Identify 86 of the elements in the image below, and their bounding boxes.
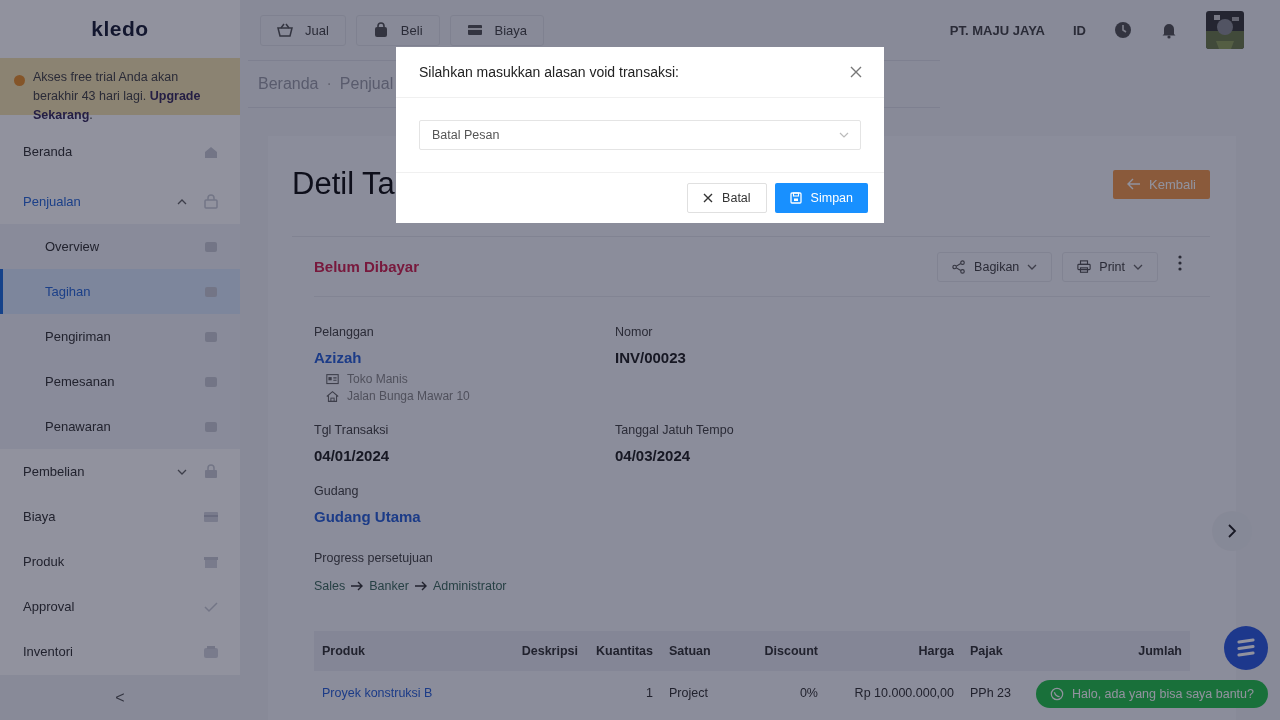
chevron-down-icon — [1027, 263, 1038, 270]
detail-text: Jalan Bunga Mawar 10 — [347, 389, 470, 403]
column-header: Produk — [314, 631, 470, 671]
column-header: Deskripsi — [470, 631, 586, 671]
approval-step: Sales — [314, 579, 346, 593]
product-link[interactable]: Proyek konstruksi B — [322, 686, 433, 700]
quick-button[interactable]: Biaya — [449, 14, 545, 46]
page-title: Detil Ta — [292, 166, 395, 202]
notification-button[interactable] — [1160, 21, 1178, 39]
menu-item[interactable]: Produk — [0, 539, 240, 584]
field-label: Tgl Transaksi — [314, 423, 390, 437]
dialog-title: Silahkan masukkan alasan void transaksi: — [419, 64, 679, 80]
logo: kledo — [91, 17, 149, 41]
chevron-down-icon — [177, 468, 187, 475]
status-label: Belum Dibayar — [314, 258, 420, 275]
field-value: INV/00023 — [615, 349, 687, 366]
quick-button[interactable]: Jual — [260, 14, 346, 46]
field-link[interactable]: Gudang Utama — [314, 508, 615, 525]
menu-item[interactable]: Penjualan — [0, 179, 240, 224]
approval-step: Administrator — [432, 579, 507, 593]
field-link[interactable]: Azizah — [314, 349, 615, 366]
close-button[interactable] — [848, 64, 864, 80]
detail-text: Toko Manis — [347, 372, 408, 386]
reason-select[interactable]: Batal Pesan — [419, 120, 861, 150]
field-label: Tanggal Jatuh Tempo — [615, 423, 735, 437]
history-button[interactable] — [1114, 21, 1132, 39]
chat-icon — [1049, 687, 1064, 701]
table-cell-text: 1 — [646, 686, 653, 700]
company-menu[interactable]: PT. MAJU JAYA — [949, 22, 1045, 38]
menu-item[interactable]: Biaya — [0, 494, 240, 539]
trial-notice: Akses free trial Anda akan berakhir 43 hari lagi. Upgrade Sekarang. — [33, 69, 202, 124]
approval-step: Banker — [369, 579, 409, 593]
field-label: Nomor — [615, 325, 654, 339]
arrow-right-icon — [413, 580, 428, 592]
dropdown-button[interactable]: Bagikan — [937, 251, 1053, 282]
id-card-icon — [326, 372, 339, 386]
arrow-left-icon — [1127, 178, 1142, 190]
column-header: Pajak — [962, 631, 1060, 671]
field-value: 04/03/2024 — [615, 447, 692, 464]
box-icon — [203, 643, 219, 660]
save-icon — [789, 192, 802, 204]
field-label: Pelanggan — [314, 325, 375, 339]
chevron-down-icon — [1133, 263, 1143, 270]
column-header: Kuantitas — [586, 631, 661, 671]
breadcrumb-separator: · — [326, 75, 332, 93]
column-header: Jumlah — [1060, 631, 1190, 671]
card-icon — [466, 22, 483, 38]
menu-item[interactable]: Pembelian — [0, 449, 240, 494]
home-icon — [326, 389, 339, 403]
table-cell-text: PPh 23 — [970, 686, 1011, 700]
cancel-button[interactable]: Batal — [687, 183, 767, 213]
assistant-button[interactable] — [1224, 626, 1268, 670]
field-label: Gudang — [314, 484, 360, 498]
quick-button[interactable]: Beli — [355, 14, 440, 46]
clock-icon — [1114, 21, 1132, 39]
close-icon — [850, 66, 862, 78]
table-cell-text: 0% — [799, 686, 818, 700]
menu-item[interactable]: Beranda — [0, 129, 240, 174]
bell-icon — [1160, 21, 1178, 39]
column-header: Harga — [826, 631, 962, 671]
share-icon — [952, 259, 967, 274]
dropdown-button[interactable]: Print — [1062, 251, 1158, 282]
printer-icon — [1077, 259, 1092, 274]
table-cell-text: Project — [669, 686, 708, 700]
submenu-item[interactable]: Pemesanan — [0, 359, 240, 404]
field-value: 04/01/2024 — [314, 447, 391, 464]
chevron-up-icon — [177, 198, 187, 205]
column-header: Discount — [730, 631, 826, 671]
close-icon — [703, 193, 714, 203]
field-label: Progress persetujuan — [314, 551, 434, 565]
table-cell-text: Rp 10.000.000,00 — [854, 686, 954, 700]
caret-icon — [839, 132, 849, 138]
basket-icon — [277, 22, 293, 38]
warning-icon — [14, 75, 25, 86]
language-menu[interactable]: ID — [1073, 22, 1086, 38]
column-header: Satuan — [661, 631, 730, 671]
submenu-item[interactable]: Tagihan — [0, 269, 240, 314]
arrow-right-icon — [350, 580, 365, 592]
save-button[interactable]: Simpan — [774, 183, 868, 213]
more-icon — [1178, 254, 1182, 271]
collapse-button[interactable]: < — [109, 687, 131, 708]
submenu-item[interactable]: Pengiriman — [0, 314, 240, 359]
menu-item[interactable]: Approval — [0, 584, 240, 629]
submenu-item[interactable]: Penawaran — [0, 404, 240, 449]
menu-item[interactable]: Inventori — [0, 629, 240, 674]
submenu-item[interactable]: Overview — [0, 224, 240, 269]
